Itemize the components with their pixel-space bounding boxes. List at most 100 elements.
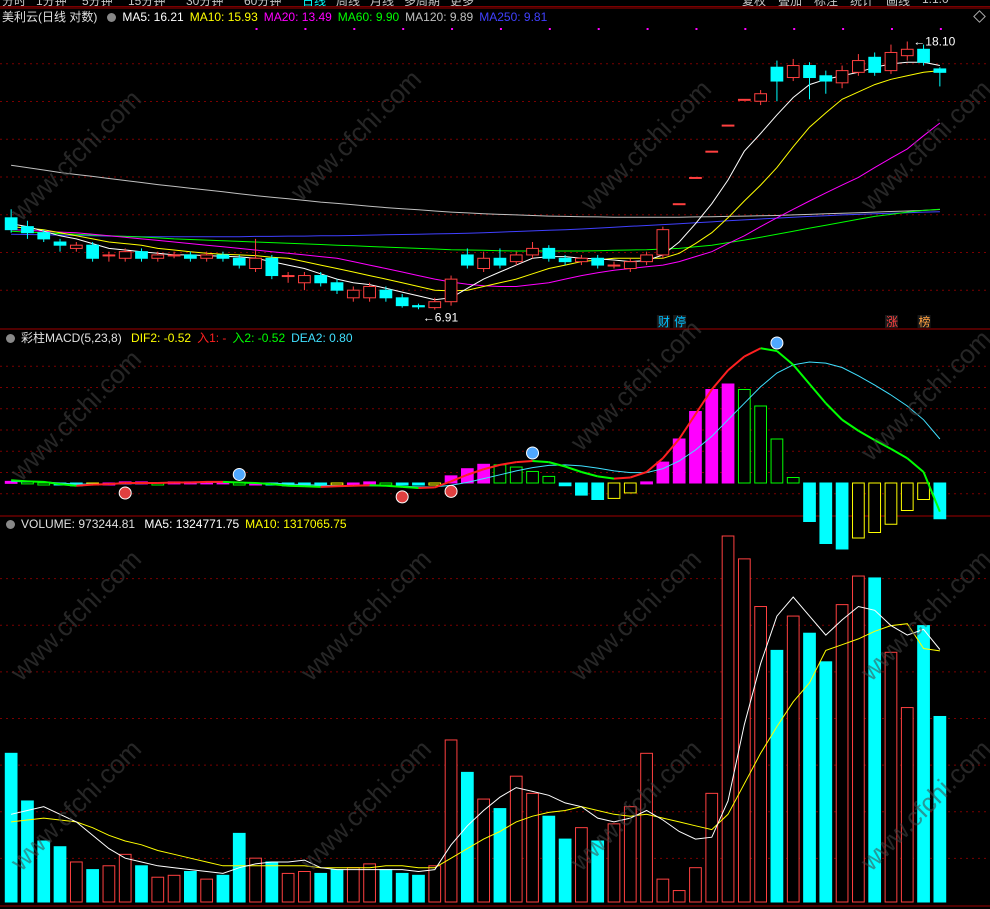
indicator-value: MA120: 9.89: [405, 10, 474, 24]
candle-body: [509, 254, 523, 263]
volume-bar: [428, 865, 442, 903]
indicator-value: DEA2: 0.80: [291, 331, 353, 345]
dif-line-segment: [288, 484, 305, 488]
dot-marker: [646, 28, 649, 30]
macd-bar: [803, 482, 816, 522]
volume-bar: [21, 800, 34, 903]
ma250-line: [11, 211, 940, 238]
buy-signal-icon: [444, 484, 458, 498]
volume-bar: [672, 890, 686, 903]
event-marker[interactable]: 榜: [919, 314, 931, 329]
event-marker[interactable]: 停: [674, 314, 686, 329]
volume-bar: [835, 604, 849, 903]
candle-body: [803, 65, 816, 79]
buy-signal-icon: [395, 490, 409, 504]
volume-bar: [265, 861, 279, 903]
macd-bar: [754, 405, 767, 484]
dif-line-segment: [304, 485, 321, 488]
indicator-value: MA5: 16.21: [122, 10, 184, 24]
dif-line-segment: [597, 475, 615, 480]
macd-bar: [917, 482, 930, 500]
dif-line-segment: [613, 476, 631, 480]
volume-panel-title: VOLUME: 973244.81: [21, 517, 136, 531]
candle-body: [298, 275, 311, 284]
candle-body: [786, 65, 800, 79]
candle-body: [151, 254, 165, 259]
indicator-toggle-icon[interactable]: [6, 334, 15, 343]
dif-line-segment: [27, 480, 44, 483]
event-marker[interactable]: 涨: [886, 314, 898, 329]
candle-body: [265, 257, 279, 277]
candle-body: [705, 150, 719, 153]
macd-bar: [412, 482, 425, 486]
indicator-value: MA250: 9.81: [479, 10, 548, 24]
volume-bar: [346, 867, 360, 903]
volume-bar: [591, 840, 605, 903]
candle-body: [216, 254, 230, 259]
macd-indicator-list: DIF2: -0.52 入1: - 入2: -0.52 DEA2: 0.80: [131, 331, 358, 345]
volume-bar: [460, 771, 474, 903]
event-marker[interactable]: 财: [658, 315, 670, 329]
dif-line-segment: [727, 355, 745, 372]
sell-signal-icon: [232, 467, 246, 481]
dot-marker: [304, 28, 307, 30]
macd-bar: [395, 482, 409, 486]
candle-body: [346, 289, 360, 299]
candle-body: [656, 229, 670, 256]
dif-line-segment: [222, 480, 240, 484]
volume-bar: [216, 874, 230, 903]
sell-signal-icon: [526, 446, 540, 460]
candle-body: [363, 285, 376, 299]
volume-bar: [444, 739, 458, 903]
indicator-value: 入2: -0.52: [232, 331, 286, 345]
dif-line-segment: [532, 460, 549, 464]
candle-body: [444, 278, 458, 303]
volume-bar: [69, 861, 83, 903]
macd-bar: [509, 466, 523, 484]
dif-line-segment: [108, 482, 126, 486]
candle-body: [900, 48, 914, 57]
indicator-toggle-icon[interactable]: [107, 13, 117, 22]
indicator-toggle-icon[interactable]: [6, 520, 15, 529]
indicator-value: MA10: 1317065.75: [245, 517, 347, 531]
volume-bar: [184, 871, 197, 903]
dot-marker: [597, 28, 600, 30]
volume-bar: [917, 625, 930, 903]
dot-marker: [939, 28, 942, 30]
candle-body: [852, 60, 865, 73]
macd-bar: [542, 475, 556, 484]
dif-line-segment: [499, 461, 517, 466]
volume-bar: [575, 827, 588, 903]
indicator-value: DIF2: -0.52: [131, 331, 192, 345]
volume-bar: [640, 752, 653, 903]
dif-line-segment: [516, 460, 533, 464]
macd-panel-title: 彩柱MACD(5,23,8): [21, 331, 122, 345]
candle-body: [754, 93, 767, 102]
ma120-line: [11, 164, 940, 218]
dot-marker: [695, 28, 698, 30]
dif-line-segment: [776, 350, 794, 366]
dot-marker: [499, 28, 502, 30]
volume-bar: [37, 840, 51, 903]
volume-ma5-line: [10, 596, 941, 874]
volume-bar: [558, 838, 572, 903]
ma60-line: [11, 208, 940, 252]
volume-bar: [737, 558, 751, 903]
macd-bar: [721, 383, 735, 484]
volume-bar: [281, 872, 295, 903]
stock-chart: ←18.10 ←6.91 财停 涨 榜: [0, 7, 990, 907]
candle-body: [314, 275, 328, 284]
volume-bar: [395, 872, 409, 903]
candle-body: [917, 48, 930, 63]
candle-body: [607, 264, 621, 267]
candle-body: [4, 217, 18, 231]
candle-body: [69, 244, 83, 249]
low-price-label: ←6.91: [423, 311, 459, 325]
macd-bar: [477, 463, 491, 484]
dif-line-segment: [369, 484, 386, 487]
volume-bar: [118, 853, 132, 903]
dif-line-segment: [239, 481, 256, 484]
volume-bar: [656, 878, 670, 903]
macd-bar: [835, 482, 849, 550]
macd-bar: [900, 482, 914, 511]
